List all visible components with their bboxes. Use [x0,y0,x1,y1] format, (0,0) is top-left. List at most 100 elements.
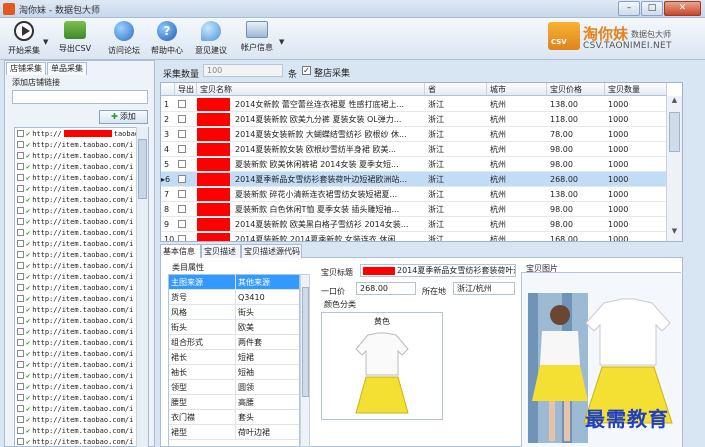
feedback-button[interactable]: 意见建议 [187,21,235,59]
list-item[interactable]: ✔ http://item.taobao.com/i [15,250,148,261]
list-item[interactable]: ✔ http://item.taobao.com/i [15,349,148,360]
export-checkbox[interactable] [178,205,186,213]
item-checkbox[interactable] [17,295,24,302]
list-item[interactable]: ✔ http://item.taobao.com/i [15,404,148,415]
export-checkbox[interactable] [178,130,186,138]
scroll-up-icon[interactable]: ▲ [667,96,682,110]
list-item[interactable]: ✔ http://item.taobao.com/i [15,371,148,382]
export-checkbox[interactable] [178,175,186,183]
list-item[interactable]: ✔ http://item.taobao.com/i [15,151,148,162]
export-cell[interactable] [175,202,197,217]
attribute-value[interactable]: 欧美 [235,320,299,335]
tab-description-source[interactable]: 宝贝描述源代码 [241,244,302,258]
item-checkbox[interactable] [17,328,24,335]
list-item[interactable]: ✔ http://item.taobao.com/i [15,294,148,305]
export-cell[interactable] [175,127,197,142]
whole-shop-checkbox[interactable]: ✓ [302,66,311,75]
column-header[interactable]: 宝贝名称 [197,83,425,96]
scroll-thumb[interactable] [138,139,147,199]
list-item[interactable]: ✔ http://item.taobao.com/i [15,360,148,371]
export-checkbox[interactable] [178,190,186,198]
location-field[interactable]: 浙江/杭州 [453,282,515,295]
attribute-value[interactable]: 荷叶边裙 [235,425,299,440]
item-checkbox[interactable] [17,284,24,291]
color-category-box[interactable]: 黄色 [321,312,443,420]
attribute-value[interactable]: 高腰 [235,395,299,410]
export-checkbox[interactable] [178,235,186,241]
attribute-row[interactable]: 组合形式 两件套 [169,335,299,350]
attribute-value[interactable]: 其他来源 [235,275,299,290]
attribute-value[interactable]: 街头 [235,305,299,320]
item-checkbox[interactable] [17,427,24,434]
list-item[interactable]: ✔ http://item.taobao.com/i [15,239,148,250]
table-row[interactable]: 8 夏装新款 白色休闲T恤 夏季女装 插头雕短袖... 浙江 杭州 98.00 1000 [161,202,668,217]
list-item[interactable]: ✔ http://item.taobao.com/i [15,437,148,446]
column-header[interactable]: 省 [425,83,487,96]
link-list-scrollbar[interactable] [136,127,148,447]
attribute-row[interactable]: 腰型 高腰 [169,395,299,410]
export-checkbox[interactable] [178,100,186,108]
list-item[interactable]: ✔ http://item.taobao.com/i [15,316,148,327]
export-checkbox[interactable] [178,115,186,123]
attribute-row[interactable]: 街头 欧美 [169,320,299,335]
list-item[interactable]: ✔ http://item.taobao.com/i [15,415,148,426]
attribute-value[interactable]: 套头 [235,410,299,425]
item-checkbox[interactable] [17,416,24,423]
list-item[interactable]: ✔ http://item.taobao.com/i [15,261,148,272]
item-checkbox[interactable] [17,317,24,324]
column-header[interactable]: 导出 [175,83,197,96]
attribute-value[interactable]: Q3410 [235,290,299,305]
account-info-button[interactable]: 帐户信息 [233,21,281,59]
scroll-down-icon[interactable]: ▼ [667,227,682,241]
item-checkbox[interactable] [17,152,24,159]
table-row[interactable]: 4 2014夏装新款女装 欧根纱雪纺半身裙 欧美... 浙江 杭州 98.00 1000 [161,142,668,157]
attribute-scrollbar[interactable] [300,274,310,447]
export-checkbox[interactable] [178,145,186,153]
list-item[interactable]: ✔ http://item.taobao.com/i [15,206,148,217]
item-checkbox[interactable] [17,218,24,225]
list-item[interactable]: ✔ http://item.taobao.com/i [15,195,148,206]
add-button[interactable]: ✚ 添加 [99,110,148,124]
scroll-thumb[interactable] [302,287,309,397]
tab-basic-info[interactable]: 基本信息 [160,244,201,258]
help-center-button[interactable]: ? 帮助中心 [143,21,191,59]
collect-count-input[interactable]: 100 [203,64,283,77]
export-cell[interactable] [175,232,197,241]
list-item[interactable]: ✔ http://item.taobao.com/i [15,162,148,173]
column-header[interactable]: 宝贝数量 [605,83,667,96]
item-checkbox[interactable] [17,405,24,412]
attribute-row[interactable]: 主图来源 其他来源 [169,275,299,290]
item-checkbox[interactable] [17,438,24,445]
list-item[interactable]: ✔ http://item.taobao.com/i [15,140,148,151]
item-checkbox[interactable] [17,251,24,258]
item-checkbox[interactable] [17,185,24,192]
item-title-field[interactable]: 2014夏季新品女雪纺衫套装荷叶边 [360,264,516,277]
attribute-value[interactable]: 短裙 [235,350,299,365]
list-item[interactable]: ✔ http://item.taobao.com/i [15,173,148,184]
export-cell[interactable] [175,157,197,172]
list-item[interactable]: ✔ http://item.taobao.com/i [15,228,148,239]
attribute-value[interactable]: 两件套 [235,335,299,350]
minimize-button[interactable]: – [618,1,640,16]
item-checkbox[interactable] [17,339,24,346]
table-row[interactable]: 5 夏装新款 欧美休闲裤裙 2014女装 夏季女短... 浙江 杭州 98.00 1000 [161,157,668,172]
export-cell[interactable] [175,217,197,232]
start-collect-button[interactable]: 开始采集 [0,21,48,59]
item-checkbox[interactable] [17,394,24,401]
close-button[interactable]: ✕ [664,1,701,16]
grid-scrollbar[interactable]: ▲ ▼ [666,96,682,241]
attribute-row[interactable]: 袖长 短袖 [169,365,299,380]
list-item[interactable]: ✔ http://item.taobao.com/i [15,327,148,338]
export-cell[interactable] [175,142,197,157]
attribute-row[interactable]: 衣门襟 套头 [169,410,299,425]
list-item[interactable]: ✔ http://item.taobao.com/i [15,338,148,349]
item-checkbox[interactable] [17,372,24,379]
chevron-down-icon[interactable]: ▼ [279,38,284,46]
list-item[interactable]: ✔ http://item.taobao.com/i [15,426,148,437]
item-checkbox[interactable] [17,229,24,236]
export-cell[interactable] [175,172,197,187]
table-row[interactable]: 2 2014夏装新款 欧美九分裤 夏装女装 OL弹力... 浙江 杭州 118.00 10… [161,112,668,127]
shop-link-input[interactable] [12,90,148,104]
table-row[interactable]: 7 夏装新款 碎花小清新连衣裙雪纺女装短裙夏... 浙江 杭州 138.00 1000 [161,187,668,202]
list-item[interactable]: ✔ http://taobao.c [15,129,148,140]
